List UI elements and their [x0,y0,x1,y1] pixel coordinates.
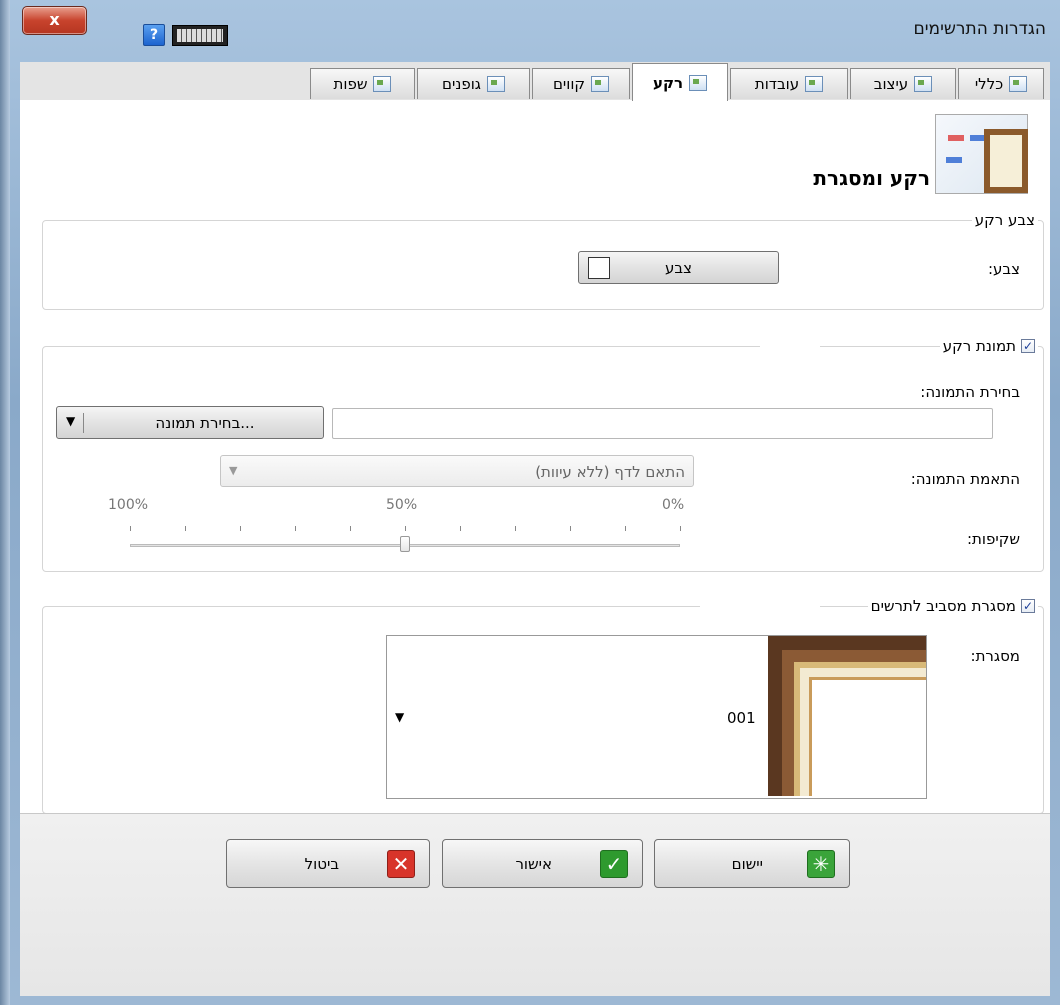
bg-color-group [42,220,1044,310]
design-icon [914,76,933,92]
keyboard-icon[interactable] [172,25,228,46]
frame-select[interactable]: ▼ 001 [386,635,927,799]
slider-tick [680,526,681,531]
tab-facts[interactable]: עובדות [730,68,848,99]
dropdown-arrow-icon: ▼ [66,414,76,428]
bg-image-legend: ✓ תמונת רקע [939,337,1038,355]
scale-label-100: 100% [108,497,149,513]
check-icon: ✓ [600,849,628,878]
slider-tick [130,526,131,531]
tab-label: גופנים [442,75,481,93]
languages-icon [373,76,392,92]
slider-tick [515,526,516,531]
bg-color-legend: צבע רקע [971,211,1038,229]
chevron-down-icon: ▼ [229,464,238,477]
help-button[interactable]: ? [143,24,165,46]
title-bar: x ? הגדרות התרשימים [0,0,1060,62]
apply-button-label: יישום [731,854,763,873]
tab-label: עובדות [754,75,800,93]
scale-label-50: 50% [386,497,418,513]
bg-image-group-label: תמונת רקע [942,337,1016,355]
close-icon: ✕ [387,849,415,878]
slider-tick [185,526,186,531]
fit-image-select[interactable]: התאם לדף (ללא עיוות) ▼ [220,455,694,487]
tab-fonts[interactable]: גופנים [417,68,530,99]
tab-languages[interactable]: שפות [310,68,415,99]
tab-label: קווים [552,75,586,93]
chevron-down-icon: ▼ [395,710,405,724]
tab-design[interactable]: עיצוב [850,68,956,99]
transparency-slider-thumb[interactable] [400,536,410,552]
dialog-button-bar: ✳ יישום ✓ אישור ✕ ביטול [20,813,1050,996]
frame-label: מסגרת: [970,647,1020,665]
frame-preview-image [768,636,926,796]
frame-legend: ✓ מסגרת מסביב לתרשים [867,597,1038,615]
background-tab-panel: רקע ומסגרת צבע רקע צבע: צבע ✓ תמונת רקע … [20,100,1050,814]
slider-tick [405,526,406,531]
bg-image-checkbox[interactable]: ✓ [1021,339,1035,353]
color-button[interactable]: צבע [578,251,779,284]
slider-tick [295,526,296,531]
tab-label: עיצוב [873,75,909,93]
ok-button-label: אישור [515,854,552,873]
tab-label: כללי [974,75,1004,93]
lines-icon [591,76,610,92]
slider-tick [460,526,461,531]
frame-checkbox[interactable]: ✓ [1021,599,1035,613]
frame-group-label: מסגרת מסביב לתרשים [870,597,1016,615]
fit-image-label: התאמת התמונה: [910,470,1020,488]
color-button-label: צבע [665,259,692,277]
fit-image-value: התאם לדף (ללא עיוות) [535,463,685,481]
tab-general[interactable]: כללי [958,68,1044,99]
slider-tick [350,526,351,531]
window-title: הגדרות התרשימים [913,19,1046,39]
apply-icon: ✳ [807,849,835,878]
general-settings-icon [1009,76,1028,92]
slider-tick [570,526,571,531]
tab-label: רקע [652,73,684,92]
cancel-button[interactable]: ✕ ביטול [226,839,430,888]
tab-background[interactable]: רקע [632,63,728,101]
close-button[interactable]: x [22,6,87,35]
transparency-label: שקיפות: [967,530,1020,548]
cancel-button-label: ביטול [304,854,339,873]
choose-image-button[interactable]: ▼ בחירת תמונה... [56,406,324,439]
dialog-window: x ? הגדרות התרשימים כללי עיצוב עובדות רק… [0,0,1060,1005]
tab-label: שפות [333,75,368,93]
color-label: צבע: [987,260,1020,278]
slider-tick [240,526,241,531]
background-icon [689,74,708,91]
background-frame-icon [935,114,1028,194]
choose-image-label: בחירת התמונה: [920,383,1020,401]
ok-button[interactable]: ✓ אישור [442,839,643,888]
tab-strip: כללי עיצוב עובדות רקע קווים גופנים שפות [20,62,1050,101]
section-title: רקע ומסגרת [813,166,930,190]
slider-tick [625,526,626,531]
window-border [0,0,10,1005]
tab-lines[interactable]: קווים [532,68,630,99]
apply-button[interactable]: ✳ יישום [654,839,850,888]
fonts-icon [486,76,505,92]
choose-image-button-label: בחירת תמונה... [155,414,255,432]
bg-color-group-label: צבע רקע [974,211,1035,229]
frame-value: 001 [727,709,756,727]
scale-label-0: 0% [662,497,685,513]
facts-icon [805,76,824,92]
image-path-field[interactable] [332,408,993,439]
